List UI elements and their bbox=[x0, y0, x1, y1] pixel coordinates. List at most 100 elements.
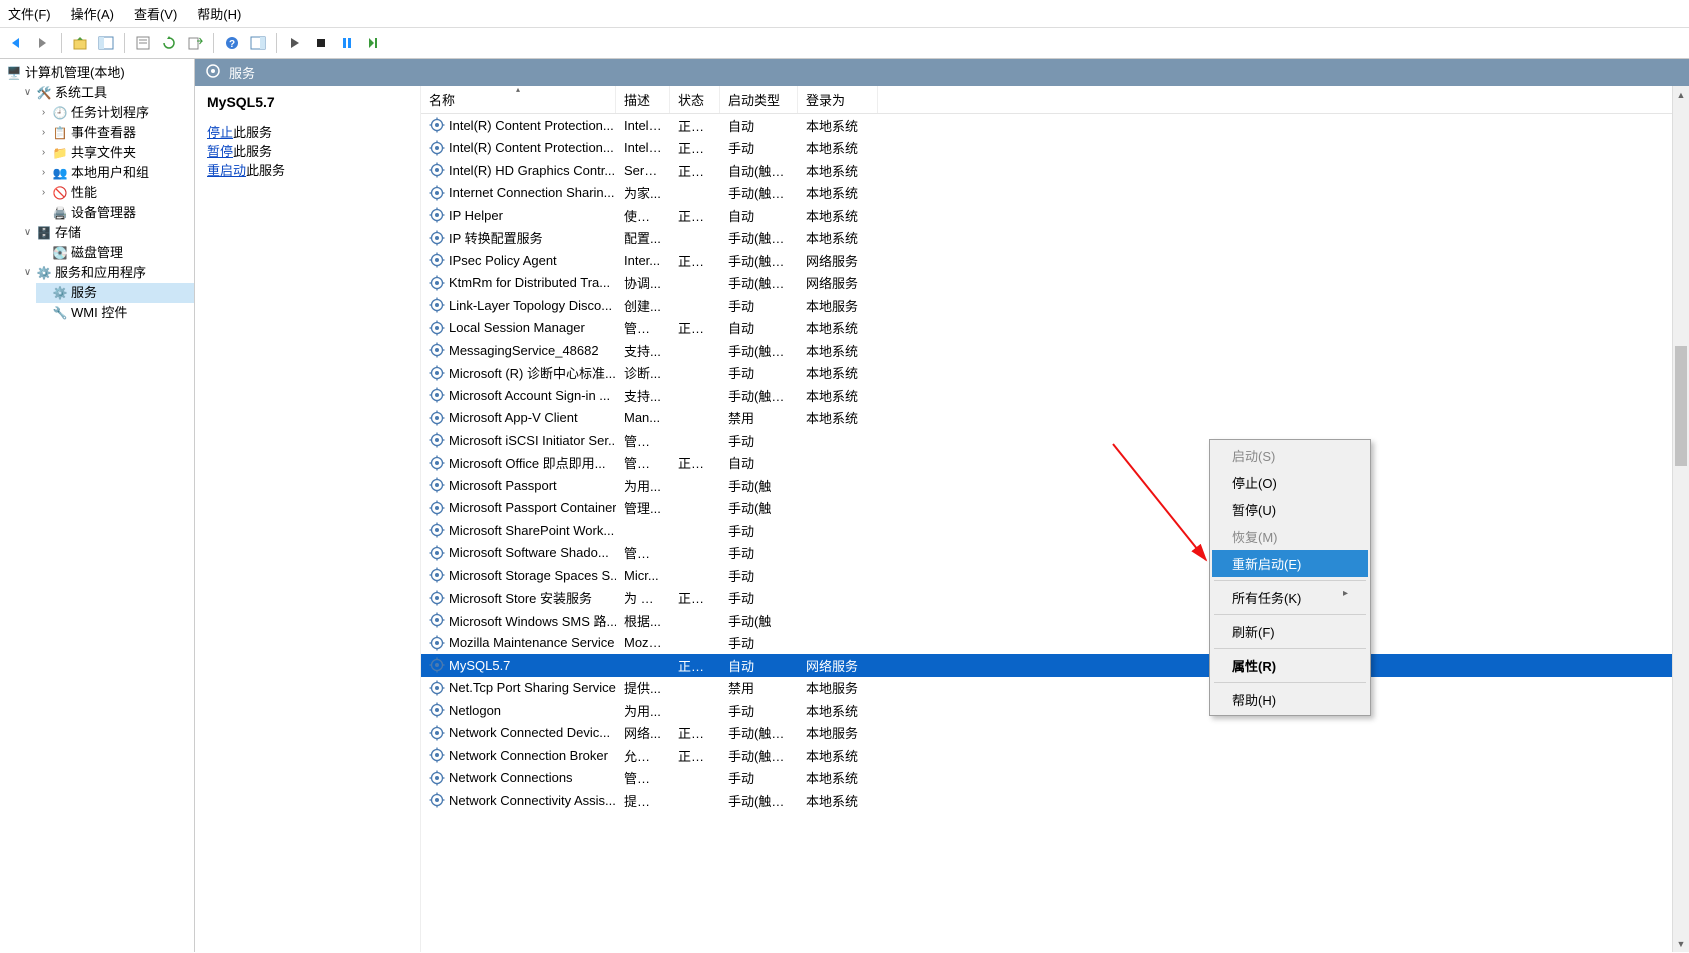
expand-icon[interactable]: › bbox=[38, 123, 49, 143]
ctx-properties[interactable]: 属性(R) bbox=[1212, 652, 1368, 679]
service-row[interactable]: Microsoft Passport Container管理...手动(触 bbox=[421, 497, 1689, 520]
collapse-icon[interactable]: ∨ bbox=[22, 223, 33, 243]
ctx-pause[interactable]: 暂停(U) bbox=[1212, 496, 1368, 523]
pause-link[interactable]: 暂停 bbox=[207, 144, 233, 159]
tree-wmi[interactable]: 🔧WMI 控件 bbox=[36, 303, 194, 323]
ctx-all-tasks[interactable]: 所有任务(K) bbox=[1212, 584, 1368, 611]
service-row[interactable]: Mozilla Maintenance ServiceMozi...手动 bbox=[421, 632, 1689, 655]
tree-disk-management[interactable]: 💽磁盘管理 bbox=[36, 243, 194, 263]
service-row[interactable]: Microsoft Windows SMS 路...根据...手动(触 bbox=[421, 609, 1689, 632]
service-desc-cell: 使用 ... bbox=[616, 206, 670, 225]
service-desc-cell: 管理 ... bbox=[616, 431, 670, 450]
show-action-pane-button[interactable] bbox=[247, 32, 269, 54]
show-hide-tree-button[interactable] bbox=[95, 32, 117, 54]
column-logon-as[interactable]: 登录为 bbox=[798, 86, 878, 113]
service-row[interactable]: Intel(R) Content Protection...Intel(...正… bbox=[421, 137, 1689, 160]
service-row[interactable]: Local Session Manager管理 ...正在...自动本地系统 bbox=[421, 317, 1689, 340]
properties-button[interactable] bbox=[132, 32, 154, 54]
tree-local-users[interactable]: ›👥本地用户和组 bbox=[36, 163, 194, 183]
service-desc-cell: Intel(... bbox=[616, 118, 670, 133]
service-row[interactable]: Network Connections管理"...手动本地系统 bbox=[421, 767, 1689, 790]
service-row[interactable]: Microsoft Software Shado...管理 ...手动 bbox=[421, 542, 1689, 565]
service-row[interactable]: Net.Tcp Port Sharing Service提供...禁用本地服务 bbox=[421, 677, 1689, 700]
ctx-restart[interactable]: 重新启动(E) bbox=[1212, 550, 1368, 577]
menu-file[interactable]: 文件(F) bbox=[8, 4, 51, 23]
service-row[interactable]: Microsoft Office 即点即用...管理 ...正在...自动 bbox=[421, 452, 1689, 475]
tree-storage[interactable]: ∨🗄️存储 bbox=[20, 223, 194, 243]
tree-device-manager[interactable]: 🖨️设备管理器 bbox=[36, 203, 194, 223]
forward-button[interactable] bbox=[32, 32, 54, 54]
service-row[interactable]: Microsoft iSCSI Initiator Ser...管理 ...手动 bbox=[421, 429, 1689, 452]
tree-shared-folders[interactable]: ›📁共享文件夹 bbox=[36, 143, 194, 163]
menu-help[interactable]: 帮助(H) bbox=[197, 4, 241, 23]
service-row[interactable]: IPsec Policy AgentInter...正在...手动(触发...网… bbox=[421, 249, 1689, 272]
tree-services[interactable]: ⚙️服务 bbox=[36, 283, 194, 303]
service-row[interactable]: Intel(R) HD Graphics Contr...Servi...正在.… bbox=[421, 159, 1689, 182]
ctx-refresh[interactable]: 刷新(F) bbox=[1212, 618, 1368, 645]
service-row[interactable]: MySQL5.7正在...自动网络服务 bbox=[421, 654, 1689, 677]
service-row[interactable]: Intel(R) Content Protection...Intel(...正… bbox=[421, 114, 1689, 137]
service-row[interactable]: Netlogon为用...手动本地系统 bbox=[421, 699, 1689, 722]
tree-task-scheduler[interactable]: ›🕘任务计划程序 bbox=[36, 103, 194, 123]
service-row[interactable]: Internet Connection Sharin...为家...手动(触发.… bbox=[421, 182, 1689, 205]
menu-view[interactable]: 查看(V) bbox=[134, 4, 177, 23]
service-name-cell: Intel(R) Content Protection... bbox=[421, 117, 616, 133]
up-button[interactable] bbox=[69, 32, 91, 54]
service-row[interactable]: Network Connection Broker允许 ...正在...手动(触… bbox=[421, 744, 1689, 767]
collapse-icon[interactable]: ∨ bbox=[22, 263, 33, 283]
expand-icon[interactable]: › bbox=[38, 163, 49, 183]
service-row[interactable]: IP 转换配置服务配置...手动(触发...本地系统 bbox=[421, 227, 1689, 250]
help-button[interactable]: ? bbox=[221, 32, 243, 54]
tree-system-tools[interactable]: ∨ 🛠️ 系统工具 bbox=[20, 83, 194, 103]
service-row[interactable]: Network Connected Devic...网络...正在...手动(触… bbox=[421, 722, 1689, 745]
service-row[interactable]: Microsoft Store 安装服务为 M...正在...手动 bbox=[421, 587, 1689, 610]
restart-link[interactable]: 重启动 bbox=[207, 163, 246, 178]
tree-root-computer-management[interactable]: 🖥️ 计算机管理(本地) bbox=[4, 63, 194, 83]
tree-performance[interactable]: ›🚫性能 bbox=[36, 183, 194, 203]
service-row[interactable]: Microsoft Passport为用...手动(触 bbox=[421, 474, 1689, 497]
service-row[interactable]: MessagingService_48682支持...手动(触发...本地系统 bbox=[421, 339, 1689, 362]
scroll-up-arrow-icon[interactable]: ▲ bbox=[1673, 86, 1689, 103]
tree-label: 服务 bbox=[71, 283, 97, 303]
service-name-cell: Network Connectivity Assis... bbox=[421, 792, 616, 808]
column-name[interactable]: 名称▴ bbox=[421, 86, 616, 113]
service-row[interactable]: IP Helper使用 ...正在...自动本地系统 bbox=[421, 204, 1689, 227]
menu-action[interactable]: 操作(A) bbox=[71, 4, 114, 23]
ctx-stop[interactable]: 停止(O) bbox=[1212, 469, 1368, 496]
service-desc-cell: Man... bbox=[616, 410, 670, 425]
column-startup-type[interactable]: 启动类型 bbox=[720, 86, 798, 113]
service-row[interactable]: KtmRm for Distributed Tra...协调...手动(触发..… bbox=[421, 272, 1689, 295]
service-desc-cell: 允许 ... bbox=[616, 746, 670, 765]
back-button[interactable] bbox=[6, 32, 28, 54]
tree-services-apps[interactable]: ∨⚙️服务和应用程序 bbox=[20, 263, 194, 283]
pause-service-button[interactable] bbox=[336, 32, 358, 54]
scroll-thumb[interactable] bbox=[1675, 346, 1687, 466]
service-row[interactable]: Microsoft (R) 诊断中心标准...诊断...手动本地系统 bbox=[421, 362, 1689, 385]
start-service-button[interactable] bbox=[284, 32, 306, 54]
expand-icon[interactable]: › bbox=[38, 183, 49, 203]
restart-service-button[interactable] bbox=[362, 32, 384, 54]
service-start-cell: 自动 bbox=[720, 206, 798, 225]
service-row[interactable]: Network Connectivity Assis...提供 ...手动(触发… bbox=[421, 789, 1689, 812]
stop-service-button[interactable] bbox=[310, 32, 332, 54]
service-row[interactable]: Microsoft Storage Spaces S...Micr...手动 bbox=[421, 564, 1689, 587]
navigation-tree[interactable]: 🖥️ 计算机管理(本地) ∨ 🛠️ 系统工具 ›🕘任务计划程序 ›📋事件查看器 bbox=[0, 59, 195, 952]
list-rows[interactable]: Intel(R) Content Protection...Intel(...正… bbox=[421, 114, 1689, 952]
expand-icon[interactable]: › bbox=[38, 103, 49, 123]
expand-icon[interactable]: › bbox=[38, 143, 49, 163]
ctx-help[interactable]: 帮助(H) bbox=[1212, 686, 1368, 713]
export-button[interactable] bbox=[184, 32, 206, 54]
stop-link[interactable]: 停止 bbox=[207, 125, 233, 140]
vertical-scrollbar[interactable]: ▲ ▼ bbox=[1672, 86, 1689, 952]
column-description[interactable]: 描述 bbox=[616, 86, 670, 113]
ctx-start: 启动(S) bbox=[1212, 442, 1368, 469]
refresh-button[interactable] bbox=[158, 32, 180, 54]
collapse-icon[interactable]: ∨ bbox=[22, 83, 33, 103]
tree-event-viewer[interactable]: ›📋事件查看器 bbox=[36, 123, 194, 143]
column-state[interactable]: 状态 bbox=[670, 86, 720, 113]
service-row[interactable]: Microsoft App-V ClientMan...禁用本地系统 bbox=[421, 407, 1689, 430]
scroll-down-arrow-icon[interactable]: ▼ bbox=[1673, 935, 1689, 952]
service-row[interactable]: Link-Layer Topology Disco...创建...手动本地服务 bbox=[421, 294, 1689, 317]
service-row[interactable]: Microsoft SharePoint Work...手动 bbox=[421, 519, 1689, 542]
service-row[interactable]: Microsoft Account Sign-in ...支持...手动(触发.… bbox=[421, 384, 1689, 407]
